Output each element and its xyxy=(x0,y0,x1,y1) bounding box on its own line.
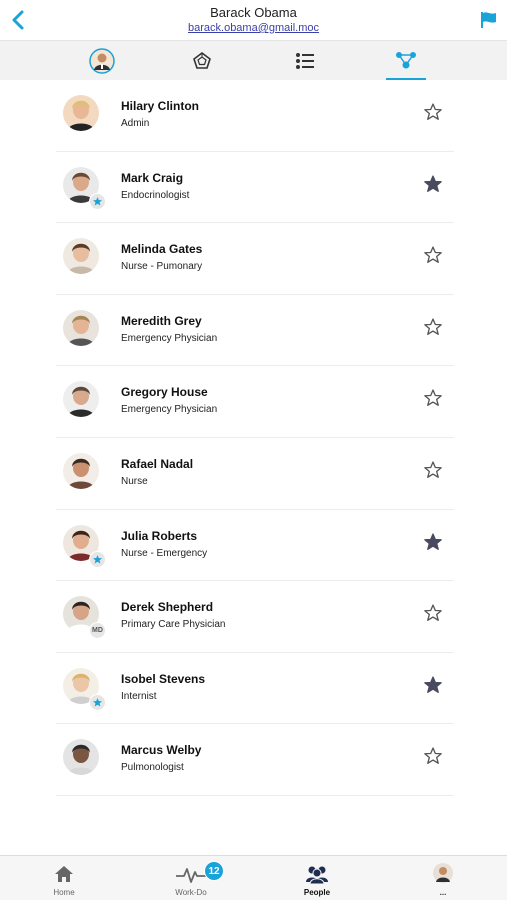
tab-list[interactable] xyxy=(281,41,329,81)
list-item[interactable]: Marcus Welby Pulmonologist xyxy=(56,724,454,796)
small-star-icon xyxy=(93,697,102,707)
star-outline-icon[interactable] xyxy=(423,102,443,122)
contact-role: Nurse - Pumonary xyxy=(121,261,203,273)
contact-name: Rafael Nadal xyxy=(121,456,194,471)
contact-role: Internist xyxy=(121,690,157,702)
avatar xyxy=(63,739,99,776)
nav-people-label: People xyxy=(303,888,331,897)
favorite-badge-icon xyxy=(89,693,106,711)
flag-icon[interactable] xyxy=(480,11,498,29)
list-item[interactable]: Rafael Nadal Nurse xyxy=(56,438,454,510)
list-item[interactable]: Gregory House Emergency Physician xyxy=(56,366,454,438)
favorite-star-button[interactable] xyxy=(423,603,443,623)
nav-more-label: ... xyxy=(439,888,447,897)
contact-role: Endocrinologist xyxy=(121,189,190,201)
contact-role: Pulmonologist xyxy=(121,762,184,774)
user-avatar-icon xyxy=(433,863,453,883)
star-outline-icon[interactable] xyxy=(423,460,443,480)
tab-profile[interactable] xyxy=(78,41,126,81)
team-network-icon xyxy=(396,52,416,69)
avatar-image xyxy=(63,381,99,418)
list-item[interactable]: Melinda Gates Nurse - Pumonary xyxy=(56,223,454,295)
list-icon xyxy=(296,53,314,69)
contact-name: Mark Craig xyxy=(121,170,184,185)
list-item[interactable]: Derek Shepherd Primary Care Physician MD xyxy=(56,581,454,653)
bottom-nav: Home 12 Work-Do People ... xyxy=(0,855,507,900)
contact-name: Marcus Welby xyxy=(121,743,202,758)
flag-button[interactable] xyxy=(480,11,498,29)
avatar xyxy=(63,452,99,489)
list-item[interactable]: Mark Craig Endocrinologist xyxy=(56,152,454,224)
favorite-star-button[interactable] xyxy=(423,532,443,552)
small-star-icon xyxy=(93,196,102,206)
avatar-image xyxy=(63,238,99,275)
nav-home-label: Home xyxy=(53,888,75,897)
avatar-image xyxy=(63,452,99,489)
contact-name: Derek Shepherd xyxy=(121,600,214,615)
star-filled-icon[interactable] xyxy=(423,675,443,695)
contact-list: Hilary Clinton Admin Mark Craig Endocrin… xyxy=(56,80,454,796)
workdo-count-badge: 12 xyxy=(204,861,224,881)
avatar-image xyxy=(63,739,99,776)
avatar-icon xyxy=(89,48,115,74)
star-outline-icon[interactable] xyxy=(423,603,443,623)
favorite-star-button[interactable] xyxy=(423,675,443,695)
star-outline-icon[interactable] xyxy=(423,245,443,265)
small-star-icon xyxy=(93,554,102,564)
list-item[interactable]: Julia Roberts Nurse - Emergency xyxy=(56,510,454,582)
star-outline-icon[interactable] xyxy=(423,317,443,337)
favorite-badge-icon xyxy=(89,192,106,210)
tab-team[interactable] xyxy=(382,41,430,81)
favorite-badge-icon xyxy=(89,550,106,568)
tab-pentagon[interactable] xyxy=(178,41,226,81)
favorite-star-button[interactable] xyxy=(423,746,443,766)
contact-role: Admin xyxy=(121,118,150,129)
header: Barack Obama barack.obama@gmail.moc xyxy=(0,0,507,40)
avatar xyxy=(63,95,99,131)
avatar xyxy=(63,309,99,346)
tab-bar xyxy=(0,40,507,80)
list-item[interactable]: Hilary Clinton Admin xyxy=(56,80,454,152)
list-item[interactable]: Meredith Grey Emergency Physician xyxy=(56,295,454,367)
star-filled-icon[interactable] xyxy=(423,174,443,194)
header-title: Barack Obama xyxy=(210,5,297,20)
favorite-star-button[interactable] xyxy=(423,102,443,122)
contact-role: Emergency Physician xyxy=(121,404,218,416)
star-outline-icon[interactable] xyxy=(423,388,443,408)
home-icon xyxy=(55,866,73,882)
header-email-link[interactable]: barack.obama@gmail.moc xyxy=(188,22,319,34)
nav-people[interactable]: People xyxy=(277,856,357,900)
contact-role: Nurse xyxy=(121,475,148,487)
contact-name: Meredith Grey xyxy=(121,313,202,328)
star-outline-icon[interactable] xyxy=(423,746,443,766)
contact-name: Gregory House xyxy=(121,385,208,400)
avatar-image xyxy=(63,95,99,131)
nav-workdo-label: Work-Do xyxy=(175,888,207,897)
contact-role: Nurse - Emergency xyxy=(121,547,208,559)
contact-name: Isobel Stevens xyxy=(121,671,206,686)
favorite-star-button[interactable] xyxy=(423,317,443,337)
star-filled-icon[interactable] xyxy=(423,532,443,552)
avatar-image xyxy=(63,309,99,346)
nav-more[interactable]: ... xyxy=(403,856,483,900)
contact-role: Primary Care Physician xyxy=(121,619,226,631)
role-badge: MD xyxy=(89,622,106,640)
avatar xyxy=(63,238,99,275)
heartbeat-icon xyxy=(176,868,206,883)
nav-home[interactable]: Home xyxy=(24,856,104,900)
contact-name: Julia Roberts xyxy=(121,528,198,543)
favorite-star-button[interactable] xyxy=(423,460,443,480)
list-item[interactable]: Isobel Stevens Internist xyxy=(56,653,454,725)
contact-role: Emergency Physician xyxy=(121,332,218,344)
favorite-star-button[interactable] xyxy=(423,174,443,194)
contact-name: Hilary Clinton xyxy=(121,99,200,113)
favorite-star-button[interactable] xyxy=(423,388,443,408)
nav-workdo[interactable]: 12 Work-Do xyxy=(151,856,231,900)
favorite-star-button[interactable] xyxy=(423,245,443,265)
avatar xyxy=(63,381,99,418)
people-icon xyxy=(306,866,328,884)
contact-name: Melinda Gates xyxy=(121,242,203,257)
pentagon-icon xyxy=(193,52,211,69)
